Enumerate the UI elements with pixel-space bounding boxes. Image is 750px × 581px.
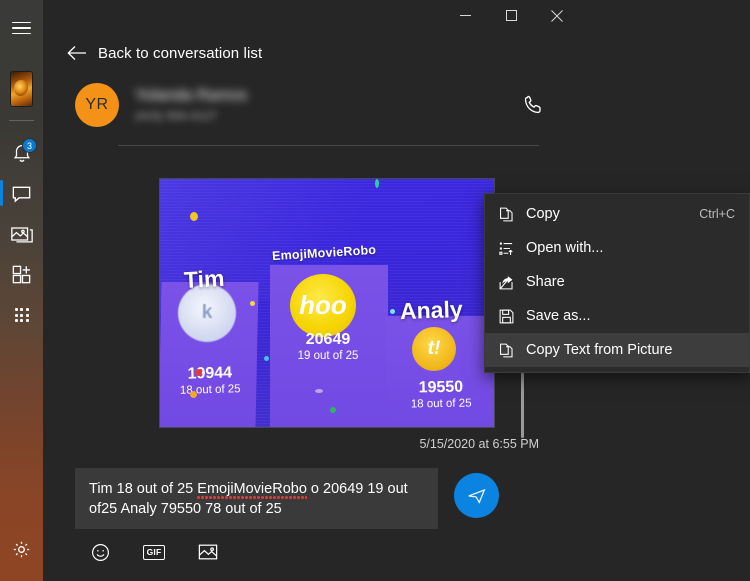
confetti-dot xyxy=(195,369,202,376)
contact-info: Yolanda Ramos (415) 555-0127 xyxy=(135,87,516,123)
podium-score-value-3: 19550 xyxy=(418,378,464,397)
close-icon xyxy=(551,9,563,22)
photos-icon xyxy=(10,227,33,243)
context-menu-item-open-with[interactable]: Open with... xyxy=(485,231,749,265)
contact-phone-number: (415) 555-0127 xyxy=(135,109,218,123)
podium-name-1: Tim xyxy=(183,264,226,294)
hamburger-icon xyxy=(12,18,31,39)
send-icon xyxy=(468,488,485,504)
notification-badge: 3 xyxy=(22,138,37,153)
rail-divider xyxy=(9,120,34,121)
app-screen: 3 Back to conversation list YR Yolanda R… xyxy=(0,0,750,581)
save-icon xyxy=(498,308,526,325)
confetti-dot xyxy=(315,389,323,393)
sidebar-item-settings[interactable] xyxy=(0,529,43,569)
emoji-button[interactable] xyxy=(87,540,113,564)
confetti-dot xyxy=(264,356,269,361)
open-with-icon xyxy=(498,240,526,257)
emoji-icon xyxy=(91,543,109,561)
podium-token-2: hoo xyxy=(290,274,356,337)
copy-icon xyxy=(498,206,526,223)
attachment-photo: k hoo t! Tim EmojiMovieRobo Analy 19944 … xyxy=(160,179,494,427)
sidebar-item-apps[interactable] xyxy=(0,254,43,294)
image-context-menu: Copy Ctrl+C Open with... Share Save as..… xyxy=(484,193,750,373)
confetti-dot xyxy=(190,212,198,221)
compose-area: Tim 18 out of 25 EmojiMovieRobo o 20649 … xyxy=(43,468,580,529)
gif-icon: GIF xyxy=(142,544,166,560)
window-controls xyxy=(442,0,580,31)
contact-header: YR Yolanda Ramos (415) 555-0127 xyxy=(43,78,580,132)
podium-score-value-1: 19944 xyxy=(187,364,233,383)
message-attachment-image[interactable]: k hoo t! Tim EmojiMovieRobo Analy 19944 … xyxy=(159,178,495,428)
hamburger-menu-button[interactable] xyxy=(0,8,43,48)
message-input[interactable]: Tim 18 out of 25 EmojiMovieRobo o 20649 … xyxy=(75,468,438,529)
left-nav-rail: 3 xyxy=(0,0,43,581)
context-menu-label: Copy xyxy=(526,206,560,222)
contact-name: Yolanda Ramos xyxy=(135,87,248,104)
sidebar-item-notifications[interactable]: 3 xyxy=(0,133,43,173)
gif-button[interactable]: GIF xyxy=(141,540,167,564)
context-menu-item-copy-text-from-picture[interactable]: Copy Text from Picture xyxy=(485,333,749,367)
gear-icon xyxy=(13,541,30,557)
dialpad-icon xyxy=(14,308,29,322)
back-arrow-icon xyxy=(67,45,87,61)
title-bar xyxy=(43,0,580,32)
sidebar-item-phone-screen[interactable] xyxy=(0,295,43,335)
podium-token-3: t! xyxy=(412,327,456,371)
minimize-icon xyxy=(459,15,471,16)
context-menu-item-copy[interactable]: Copy Ctrl+C xyxy=(485,197,749,231)
message-icon xyxy=(12,186,31,203)
confetti-dot xyxy=(330,407,336,413)
close-button[interactable] xyxy=(534,0,580,31)
podium-score-2: 20649 19 out of 25 xyxy=(278,331,378,362)
podium-score-value-2: 20649 xyxy=(305,331,351,348)
header-divider xyxy=(118,145,539,146)
maximize-icon xyxy=(505,10,517,21)
apps-icon xyxy=(12,265,31,283)
maximize-button[interactable] xyxy=(488,0,534,31)
context-menu-item-save-as[interactable]: Save as... xyxy=(485,299,749,333)
call-button[interactable] xyxy=(516,88,550,122)
message-timestamp: 5/15/2020 at 6:55 PM xyxy=(419,437,539,451)
context-menu-label: Open with... xyxy=(526,240,604,256)
profile-photo-thumbnail[interactable] xyxy=(11,72,32,106)
back-button-label: Back to conversation list xyxy=(98,44,263,62)
message-text-before: Tim 18 out of 25 xyxy=(89,481,198,497)
compose-toolbar: GIF xyxy=(43,532,580,572)
confetti-dot xyxy=(375,179,379,188)
context-menu-label: Copy Text from Picture xyxy=(526,342,673,358)
send-button[interactable] xyxy=(454,473,499,518)
insert-picture-button[interactable] xyxy=(195,540,221,564)
confetti-dot xyxy=(190,391,197,398)
image-icon xyxy=(198,544,218,560)
podium-score-detail-2: 19 out of 25 xyxy=(297,350,359,362)
context-menu-item-share[interactable]: Share xyxy=(485,265,749,299)
sidebar-item-messages[interactable] xyxy=(0,173,43,213)
context-menu-accelerator: Ctrl+C xyxy=(699,207,735,221)
share-icon xyxy=(498,274,526,291)
podium-score-detail-3: 18 out of 25 xyxy=(410,397,472,411)
podium-score-1: 19944 18 out of 25 xyxy=(160,364,260,398)
podium-name-3: Analy xyxy=(399,295,464,325)
avatar: YR xyxy=(75,83,119,127)
misspelled-word: EmojiMovieRobo xyxy=(197,481,307,497)
copy-text-icon xyxy=(498,342,526,359)
phone-icon xyxy=(524,95,541,114)
context-menu-label: Share xyxy=(526,274,565,290)
confetti-dot xyxy=(390,309,395,314)
thread-scrollbar[interactable] xyxy=(521,362,524,438)
confetti-dot xyxy=(250,301,255,306)
context-menu-label: Save as... xyxy=(526,308,591,324)
minimize-button[interactable] xyxy=(442,0,488,31)
back-to-conversation-list-button[interactable]: Back to conversation list xyxy=(43,38,262,68)
sidebar-item-photos[interactable] xyxy=(0,214,43,254)
podium-score-3: 19550 18 out of 25 xyxy=(391,378,492,411)
